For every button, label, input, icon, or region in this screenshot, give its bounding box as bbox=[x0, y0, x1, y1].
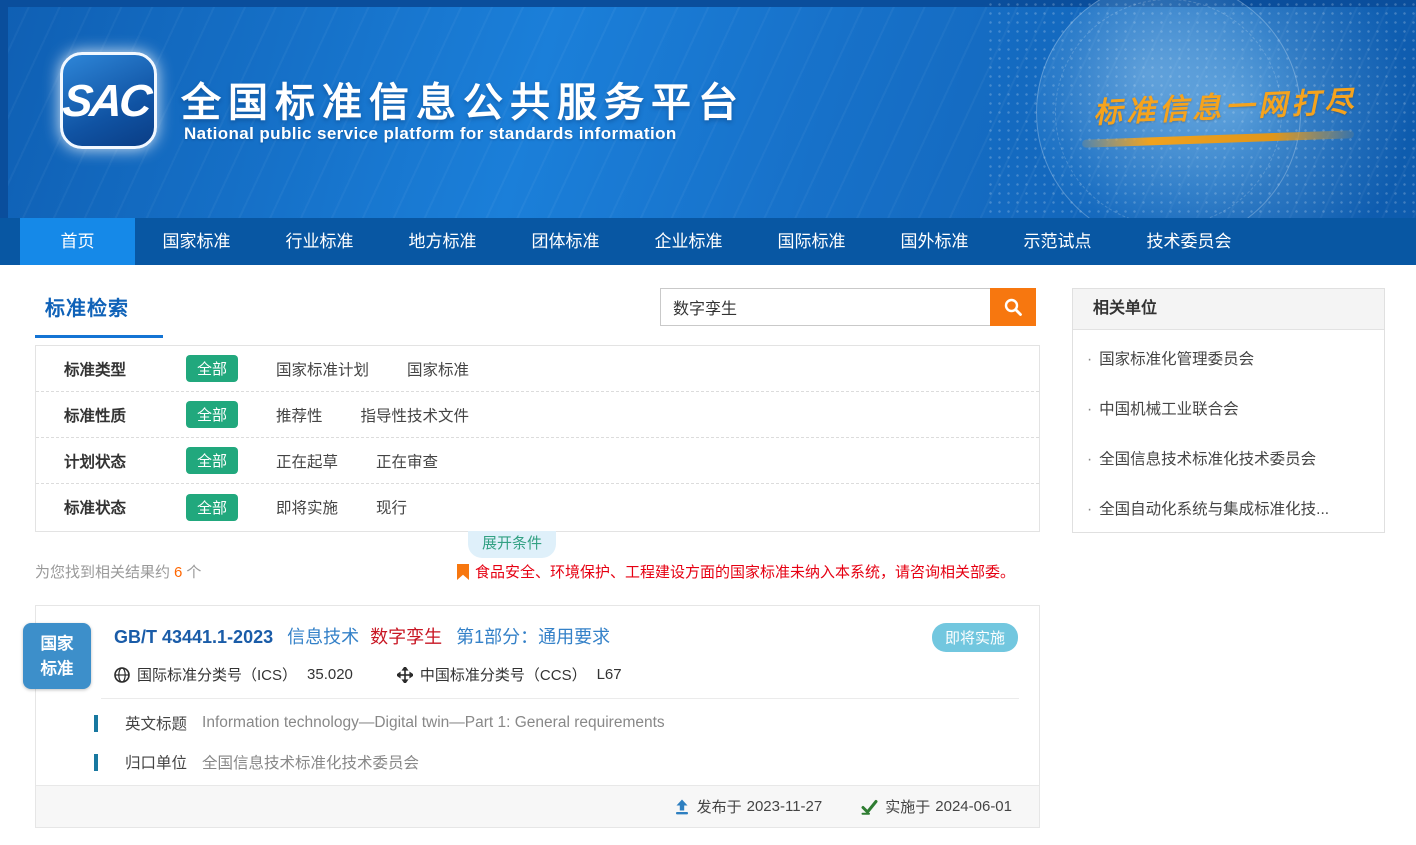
standard-title-part[interactable]: 信息技术 bbox=[287, 627, 359, 647]
search-box bbox=[660, 288, 1036, 326]
nav-tab-technical-committees[interactable]: 技术委员会 bbox=[1119, 218, 1259, 265]
filter-option[interactable]: 正在审查 bbox=[376, 450, 438, 472]
divider bbox=[101, 698, 1019, 699]
nav-tab-industry-standards[interactable]: 行业标准 bbox=[258, 218, 381, 265]
main-navigation: 首页 国家标准 行业标准 地方标准 团体标准 企业标准 国际标准 国外标准 示范… bbox=[0, 218, 1416, 265]
standard-title-highlight[interactable]: 数字孪生 bbox=[370, 627, 442, 647]
implement-check-icon bbox=[861, 799, 878, 815]
standard-type-badge: 国家 标准 bbox=[23, 623, 91, 689]
ccs-value: L67 bbox=[597, 666, 622, 683]
filter-option[interactable]: 国家标准计划 bbox=[276, 358, 369, 380]
filter-label: 标准性质 bbox=[64, 404, 156, 426]
bullet: · bbox=[1087, 451, 1092, 468]
row-accent-bar bbox=[94, 754, 98, 771]
ccs-compass-icon bbox=[397, 667, 413, 683]
filter-all-button[interactable]: 全部 bbox=[186, 447, 238, 474]
nav-tab-enterprise-standards[interactable]: 企业标准 bbox=[627, 218, 750, 265]
filter-label: 标准状态 bbox=[64, 496, 156, 518]
filter-all-button[interactable]: 全部 bbox=[186, 355, 238, 382]
notice-text: 食品安全、环境保护、工程建设方面的国家标准未纳入本系统，请咨询相关部委。 bbox=[457, 561, 1015, 582]
bookmark-icon bbox=[457, 564, 469, 580]
related-units-panel: 相关单位 ·国家标准化管理委员会 ·中国机械工业联合会 ·全国信息技术标准化技术… bbox=[1072, 288, 1385, 533]
nav-tab-local-standards[interactable]: 地方标准 bbox=[381, 218, 504, 265]
ics-label: 国际标准分类号（ICS） bbox=[137, 664, 297, 685]
page-title: 标准检索 bbox=[35, 290, 163, 338]
results-count-number: 6 bbox=[174, 564, 182, 581]
nav-tab-home[interactable]: 首页 bbox=[20, 218, 135, 265]
filter-panel: 标准类型 全部 国家标准计划 国家标准 标准性质 全部 推荐性 指导性技术文件 … bbox=[35, 345, 1040, 532]
filter-option[interactable]: 国家标准 bbox=[407, 358, 469, 380]
filter-row-standard-nature: 标准性质 全部 推荐性 指导性技术文件 bbox=[36, 392, 1039, 438]
sac-logo-text: SAC bbox=[60, 75, 156, 127]
english-title-row: 英文标题 Information technology—Digital twin… bbox=[94, 712, 1019, 734]
published-date-item: 发布于 2023-11-27 bbox=[674, 796, 828, 817]
search-input[interactable] bbox=[660, 288, 990, 326]
nav-tab-foreign-standards[interactable]: 国外标准 bbox=[873, 218, 996, 265]
implemented-date-item: 实施于 2024-06-01 bbox=[861, 796, 1017, 817]
implemented-date: 2024-06-01 bbox=[935, 798, 1012, 815]
bullet: · bbox=[1087, 501, 1092, 518]
site-subtitle: National public service platform for sta… bbox=[184, 124, 677, 144]
nav-tab-national-standards[interactable]: 国家标准 bbox=[135, 218, 258, 265]
related-unit-link[interactable]: ·全国信息技术标准化技术委员会 bbox=[1087, 435, 1368, 485]
results-count-text: 为您找到相关结果约6个 bbox=[35, 561, 201, 582]
bullet: · bbox=[1087, 351, 1092, 368]
bullet: · bbox=[1087, 401, 1092, 418]
related-unit-link[interactable]: ·国家标准化管理委员会 bbox=[1087, 335, 1368, 385]
standard-result-card: 国家 标准 即将实施 GB/T 43441.1-2023 信息技术 数字孪生 第… bbox=[35, 605, 1040, 828]
related-units-list: ·国家标准化管理委员会 ·中国机械工业联合会 ·全国信息技术标准化技术委员会 ·… bbox=[1073, 330, 1384, 535]
ccs-label: 中国标准分类号（CCS） bbox=[420, 664, 587, 685]
search-icon bbox=[1003, 297, 1023, 317]
globe-icon bbox=[114, 667, 130, 683]
nav-tab-international-standards[interactable]: 国际标准 bbox=[750, 218, 873, 265]
card-main: GB/T 43441.1-2023 信息技术 数字孪生 第1部分：通用要求 国际… bbox=[36, 606, 1039, 773]
standard-title[interactable]: GB/T 43441.1-2023 信息技术 数字孪生 第1部分：通用要求 bbox=[114, 623, 1019, 649]
filter-option[interactable]: 推荐性 bbox=[276, 404, 323, 426]
detail-value: Information technology—Digital twin—Part… bbox=[202, 714, 665, 732]
row-accent-bar bbox=[94, 715, 98, 732]
related-units-title: 相关单位 bbox=[1073, 289, 1384, 330]
status-badge: 即将实施 bbox=[932, 623, 1018, 652]
site-header: SAC 全国标准信息公共服务平台 National public service… bbox=[0, 0, 1416, 218]
filter-all-button[interactable]: 全部 bbox=[186, 494, 238, 521]
detail-label: 归口单位 bbox=[125, 751, 187, 773]
page: SAC 全国标准信息公共服务平台 National public service… bbox=[0, 0, 1416, 845]
detail-value: 全国信息技术标准化技术委员会 bbox=[202, 751, 419, 773]
ics-value: 35.020 bbox=[307, 666, 353, 683]
standard-title-part[interactable]: 第1部分：通用要求 bbox=[456, 627, 610, 647]
filter-option[interactable]: 正在起草 bbox=[276, 450, 338, 472]
committee-row: 归口单位 全国信息技术标准化技术委员会 bbox=[94, 751, 1019, 773]
detail-label: 英文标题 bbox=[125, 712, 187, 734]
site-title: 全国标准信息公共服务平台 bbox=[181, 70, 745, 128]
filter-row-standard-status: 标准状态 全部 即将实施 现行 bbox=[36, 484, 1039, 530]
sac-logo[interactable]: SAC bbox=[60, 52, 157, 149]
related-unit-link[interactable]: ·中国机械工业联合会 bbox=[1087, 385, 1368, 435]
publish-upload-icon bbox=[674, 799, 690, 815]
results-summary-row: 为您找到相关结果约6个 食品安全、环境保护、工程建设方面的国家标准未纳入本系统，… bbox=[35, 561, 1040, 582]
card-footer: 发布于 2023-11-27 实施于 2024-06-01 bbox=[36, 785, 1039, 827]
filter-option[interactable]: 即将实施 bbox=[276, 496, 338, 518]
published-date: 2023-11-27 bbox=[747, 798, 823, 815]
filter-option[interactable]: 指导性技术文件 bbox=[361, 404, 470, 426]
filter-label: 计划状态 bbox=[64, 450, 156, 472]
expand-conditions-button[interactable]: 展开条件 bbox=[468, 531, 556, 558]
filter-option[interactable]: 现行 bbox=[376, 496, 407, 518]
classification-row: 国际标准分类号（ICS） 35.020 中国标准分类号（CCS） L67 bbox=[114, 664, 1019, 685]
filter-all-button[interactable]: 全部 bbox=[186, 401, 238, 428]
filter-label: 标准类型 bbox=[64, 358, 156, 380]
nav-tab-group-standards[interactable]: 团体标准 bbox=[504, 218, 627, 265]
filter-row-plan-status: 计划状态 全部 正在起草 正在审查 bbox=[36, 438, 1039, 484]
search-button[interactable] bbox=[990, 288, 1036, 326]
related-unit-link[interactable]: ·全国自动化系统与集成标准化技... bbox=[1087, 485, 1368, 535]
filter-row-standard-type: 标准类型 全部 国家标准计划 国家标准 bbox=[36, 346, 1039, 392]
nav-tab-pilot-demonstration[interactable]: 示范试点 bbox=[996, 218, 1119, 265]
standard-code[interactable]: GB/T 43441.1-2023 bbox=[114, 627, 273, 647]
